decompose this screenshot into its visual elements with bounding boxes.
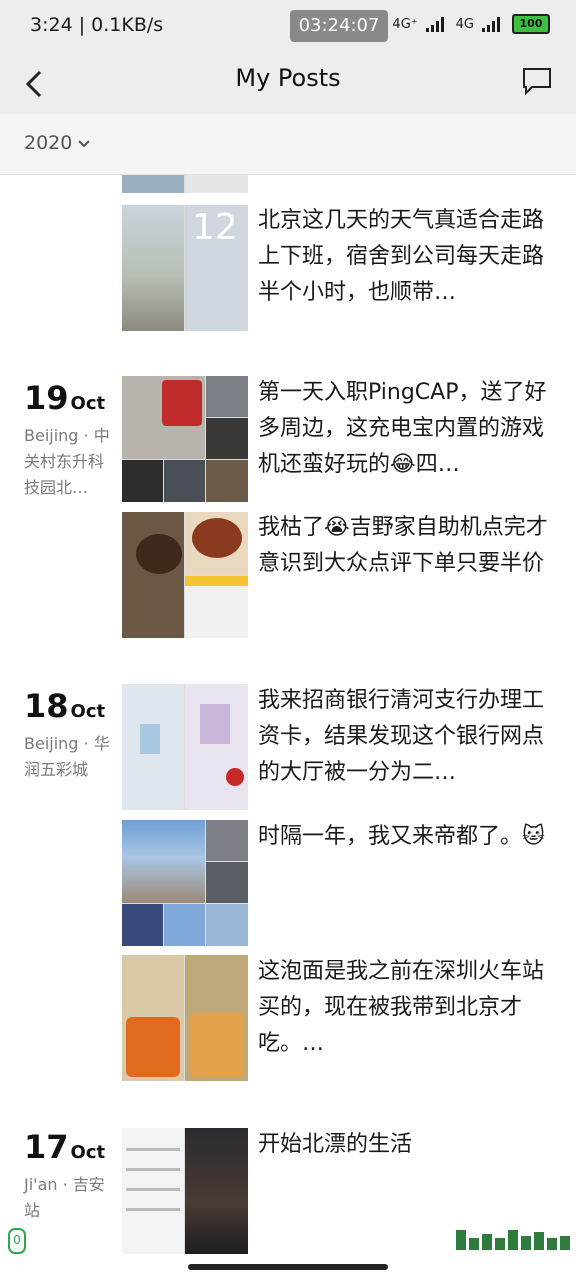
network-label: 4G⁺ — [392, 16, 418, 32]
post-thumbnail[interactable] — [122, 955, 248, 1081]
post-day: 19 — [24, 379, 69, 417]
thumb-overlay-text: 12 — [192, 207, 238, 248]
network-label-2: 4G — [455, 16, 474, 32]
post-date-group: 17 Oct Ji'an · 吉安站 — [24, 1128, 114, 1224]
post-date-group: 18 Oct Beijing · 华润五彩城 — [24, 687, 114, 783]
posts-feed[interactable]: 12 北京这几天的天气真适合走路上下班，宿舍到公司每天走路半个小时，也顺带… 1… — [0, 175, 576, 1280]
floating-badge[interactable]: 0 — [8, 1228, 26, 1254]
post-text[interactable]: 开始北漂的生活 — [258, 1127, 556, 1163]
post-thumbnail[interactable] — [122, 376, 248, 502]
comment-icon[interactable] — [522, 66, 552, 96]
signal-icon — [425, 16, 448, 32]
post-text[interactable]: 北京这几天的天气真适合走路上下班，宿舍到公司每天走路半个小时，也顺带… — [258, 203, 556, 311]
activity-bars-icon — [456, 1230, 570, 1250]
post-location: Beijing · 中关村东升科技园北… — [24, 426, 110, 497]
post-thumbnail[interactable] — [122, 175, 248, 193]
post-thumbnail[interactable]: 12 — [122, 205, 248, 331]
post-thumbnail[interactable] — [122, 512, 248, 638]
post-location: Ji'an · 吉安站 — [24, 1175, 105, 1220]
year-filter[interactable]: 2020 — [0, 114, 576, 175]
post-month: Oct — [70, 701, 106, 722]
post-month: Oct — [70, 1142, 106, 1163]
post-month: Oct — [70, 393, 106, 414]
status-bar: 3:24 | 0.1KB/s 03:24:07 4G⁺ 4G 100 — [0, 0, 576, 54]
post-text[interactable]: 我枯了😭吉野家自助机点完才意识到大众点评下单只要半价 — [258, 510, 556, 582]
post-location: Beijing · 华润五彩城 — [24, 734, 110, 779]
signal-icon-2 — [482, 16, 504, 32]
status-clock: 03:24:07 — [290, 10, 388, 42]
post-thumbnail[interactable] — [122, 684, 248, 810]
post-text[interactable]: 这泡面是我之前在深圳火车站买的，现在被我带到北京才吃。… — [258, 954, 556, 1062]
status-icons: 4G⁺ 4G 100 — [392, 14, 550, 34]
post-date-group: 19 Oct Beijing · 中关村东升科技园北… — [24, 379, 114, 501]
status-time: 3:24 | 0.1KB/s — [30, 14, 164, 36]
post-text[interactable]: 时隔一年，我又来帝都了。🐱 — [258, 819, 556, 855]
post-day: 17 — [24, 1128, 69, 1166]
post-text[interactable]: 第一天入职PingCAP，送了好多周边，这充电宝内置的游戏机还蛮好玩的😂四… — [258, 375, 556, 483]
year-label[interactable]: 2020 — [24, 132, 72, 154]
post-thumbnail[interactable] — [122, 820, 248, 946]
nav-bar: My Posts — [0, 54, 576, 114]
home-indicator[interactable] — [188, 1264, 388, 1270]
battery-icon: 100 — [512, 14, 550, 34]
post-thumbnail[interactable] — [122, 1128, 248, 1254]
post-text[interactable]: 我来招商银行清河支行办理工资卡，结果发现这个银行网点的大厅被一分为二… — [258, 683, 556, 791]
page-title: My Posts — [235, 64, 341, 92]
chevron-down-icon[interactable] — [78, 138, 90, 150]
post-day: 18 — [24, 687, 69, 725]
